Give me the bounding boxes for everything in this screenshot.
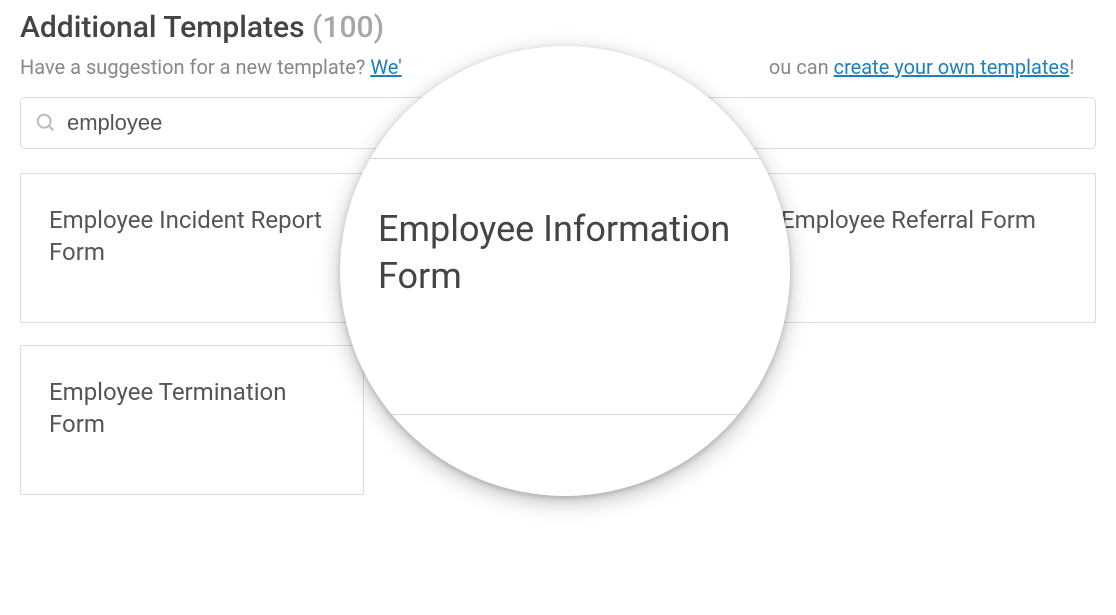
template-card[interactable]: Employee Termination Form bbox=[20, 345, 364, 495]
template-card[interactable]: Employee Referral Form bbox=[752, 173, 1096, 323]
page-title-count: (100) bbox=[312, 10, 384, 45]
magnifier-featured-title: Employee Information Form bbox=[378, 206, 790, 300]
subtitle-suffix: ! bbox=[1069, 55, 1074, 79]
page-title-text: Additional Templates bbox=[20, 10, 305, 45]
search-icon bbox=[35, 112, 57, 134]
template-title: Employee Termination Form bbox=[49, 376, 335, 441]
page-title: Additional Templates (100) bbox=[0, 0, 1116, 49]
magnifier-lens: Employee Information Form bbox=[340, 46, 790, 496]
template-title: Employee Referral Form bbox=[781, 204, 1036, 236]
template-card[interactable]: Employee Incident Report Form bbox=[20, 173, 364, 323]
magnifier-divider bbox=[340, 158, 790, 159]
magnifier-content: Employee Information Form bbox=[340, 46, 790, 496]
magnifier-divider bbox=[340, 414, 790, 415]
subtitle-prefix: Have a suggestion for a new template? bbox=[20, 55, 370, 79]
template-title: Employee Incident Report Form bbox=[49, 204, 335, 269]
create-own-templates-link[interactable]: create your own templates bbox=[834, 55, 1070, 79]
